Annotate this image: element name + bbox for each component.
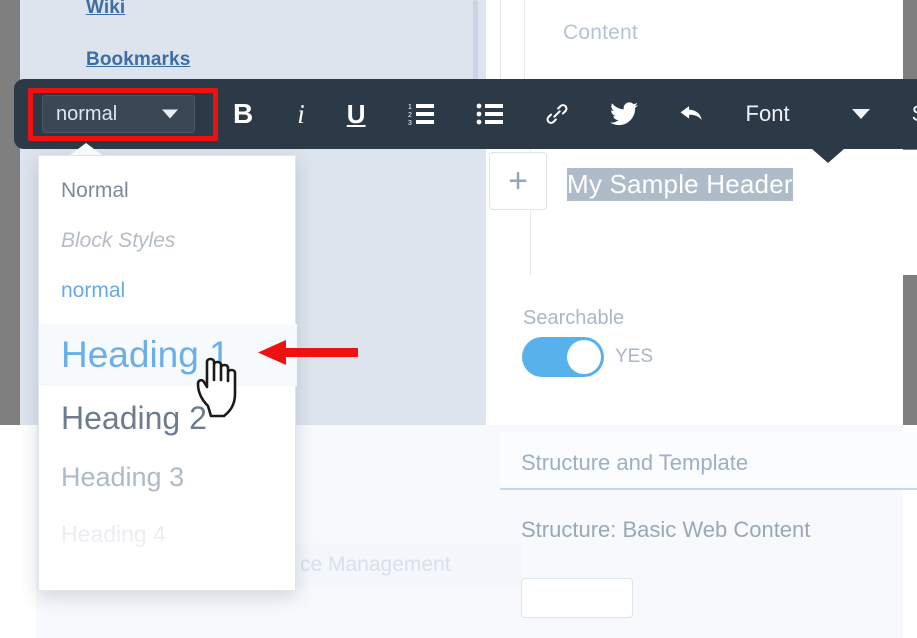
plus-icon: + (508, 162, 528, 200)
svg-text:1: 1 (408, 104, 412, 111)
toolbar-anchor-caret (812, 149, 844, 163)
searchable-label: Searchable (523, 307, 625, 329)
dropdown-item-normal[interactable]: Normal (39, 168, 297, 214)
chevron-down-icon[interactable] (851, 109, 870, 119)
svg-text:3: 3 (408, 120, 412, 127)
bold-icon[interactable]: B (233, 79, 253, 149)
add-element-button[interactable]: + (489, 152, 547, 210)
undo-icon[interactable] (678, 79, 706, 149)
faded-background-text: ce Management (300, 553, 451, 576)
app-root: Wiki Bookmarks ce Management Content My … (0, 0, 917, 638)
style-select[interactable]: normal (42, 95, 195, 133)
dropdown-item-heading-3[interactable]: Heading 3 (39, 452, 297, 502)
content-divider-left (500, 0, 501, 79)
sidebar-scrollbar[interactable] (473, 0, 478, 80)
mouse-cursor-hand (192, 352, 252, 424)
content-divider-inner (524, 0, 525, 79)
structure-tab-label: Structure and Template (521, 450, 749, 475)
structure-value: Structure: Basic Web Content (521, 517, 811, 542)
content-column-label: Content (563, 21, 638, 44)
toggle-knob (567, 340, 601, 374)
style-select-value: normal (56, 102, 118, 125)
dropdown-pointer-caret (70, 143, 102, 155)
ordered-list-icon[interactable]: 1 2 3 (408, 79, 436, 149)
italic-icon[interactable]: i (297, 79, 305, 149)
style-dropdown-menu: Normal Block Styles normal Heading 1 Hea… (38, 155, 297, 591)
dropdown-item-heading-2[interactable]: Heading 2 (39, 390, 297, 446)
font-family-select[interactable]: Font (746, 79, 790, 149)
font-size-select[interactable]: Size (912, 79, 917, 149)
svg-text:2: 2 (408, 112, 412, 119)
sidebar-link-wiki[interactable]: Wiki (86, 0, 125, 19)
dropdown-item-normal-style[interactable]: normal (39, 268, 297, 314)
dropdown-fade-overlay (40, 499, 294, 589)
searchable-toggle-value: YES (615, 346, 654, 367)
searchable-toggle[interactable] (522, 337, 604, 377)
editor-toolbar: normal B i U 1 2 3 Font (14, 79, 917, 149)
underline-icon[interactable]: U (347, 79, 366, 149)
dropdown-group-block-styles: Block Styles (61, 229, 176, 252)
chevron-down-icon (162, 109, 178, 119)
link-icon[interactable] (544, 79, 570, 149)
header-field-text[interactable]: My Sample Header (567, 168, 793, 201)
sidebar-link-bookmarks[interactable]: Bookmarks (86, 49, 190, 71)
structure-select-box[interactable] (521, 578, 633, 618)
annotation-arrow (258, 340, 358, 366)
window-chrome-left (0, 0, 20, 425)
twitter-icon[interactable] (609, 79, 638, 149)
unordered-list-icon[interactable] (476, 79, 504, 149)
